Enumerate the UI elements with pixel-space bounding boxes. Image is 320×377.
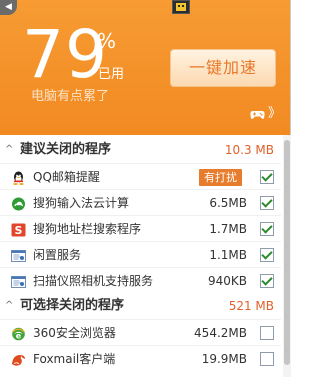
close-program-checkbox[interactable] xyxy=(260,248,274,262)
mascot-icon xyxy=(172,0,190,14)
svg-text:e: e xyxy=(16,332,22,341)
program-size: 454.2MB xyxy=(194,326,247,340)
program-size: 19.9MB xyxy=(201,352,247,366)
service-window-icon xyxy=(11,248,26,262)
program-row[interactable]: 扫描仪照相机支持服务 940KB xyxy=(0,267,281,293)
list-scrollbar[interactable] xyxy=(283,135,291,377)
section-title: 可选择关闭的程序 xyxy=(20,298,125,313)
disturb-badge: 有打扰 xyxy=(199,169,242,186)
program-name: 扫描仪照相机支持服务 xyxy=(33,274,154,288)
chevron-up-icon[interactable]: ^ xyxy=(5,293,13,319)
program-name: 闲置服务 xyxy=(33,248,82,262)
program-row[interactable]: 闲置服务 1.1MB xyxy=(0,241,281,267)
section-total-size: 10.3 MB xyxy=(224,143,274,157)
program-name: 360安全浏览器 xyxy=(33,326,116,340)
one-click-accelerate-button[interactable]: 一键加速 xyxy=(170,49,276,87)
used-label: 已用 xyxy=(98,67,125,82)
program-row[interactable]: QQ邮箱提醒 有打扰 xyxy=(0,163,281,189)
program-name: Foxmail客户端 xyxy=(33,352,116,366)
sogou-s-icon: S xyxy=(11,222,26,237)
svg-text:S: S xyxy=(15,224,23,237)
browser-360-icon: e xyxy=(11,326,26,341)
program-size: 940KB xyxy=(207,274,247,288)
section-title: 建议关闭的程序 xyxy=(20,142,112,157)
program-size: 1.7MB xyxy=(209,222,247,236)
section-header[interactable]: ^ 建议关闭的程序 10.3 MB xyxy=(0,137,281,163)
program-size: 1.1MB xyxy=(209,248,247,262)
foxmail-icon xyxy=(11,352,26,366)
scrollbar-thumb[interactable] xyxy=(284,140,290,365)
program-name: 搜狗输入法云计算 xyxy=(33,196,130,210)
close-program-checkbox[interactable] xyxy=(260,352,274,366)
memory-usage-percent: 79 xyxy=(22,16,108,93)
close-program-checkbox[interactable] xyxy=(260,222,274,236)
qq-penguin-icon xyxy=(11,170,26,185)
program-name: 搜狗地址栏搜索程序 xyxy=(33,222,142,236)
memory-status-panel: ◀ 79 % 已用 电脑有点累了 一键加速 》 xyxy=(0,0,291,135)
close-program-checkbox[interactable] xyxy=(260,274,274,288)
expand-more-icon[interactable]: 》 xyxy=(268,106,281,122)
program-name: QQ邮箱提醒 xyxy=(33,170,100,184)
back-arrow-icon[interactable]: ◀ xyxy=(0,0,17,15)
close-program-checkbox[interactable] xyxy=(260,196,274,210)
percent-sign: % xyxy=(97,29,117,53)
close-program-checkbox[interactable] xyxy=(260,170,274,184)
chevron-up-icon[interactable]: ^ xyxy=(5,137,13,163)
section-total-size: 521 MB xyxy=(228,299,274,313)
program-row[interactable]: S 搜狗地址栏搜索程序 1.7MB xyxy=(0,215,281,241)
section-header[interactable]: ^ 可选择关闭的程序 521 MB xyxy=(0,293,281,319)
program-row[interactable]: 搜狗输入法云计算 6.5MB xyxy=(0,189,281,215)
status-text: 电脑有点累了 xyxy=(31,89,110,104)
gamepad-icon[interactable] xyxy=(250,110,265,120)
sogou-cloud-icon xyxy=(11,196,26,211)
program-size: 6.5MB xyxy=(209,196,247,210)
program-row[interactable]: e 360安全浏览器 454.2MB xyxy=(0,319,281,345)
close-program-checkbox[interactable] xyxy=(260,326,274,340)
service-window-icon xyxy=(11,274,26,288)
program-row[interactable]: Foxmail客户端 19.9MB xyxy=(0,345,281,371)
